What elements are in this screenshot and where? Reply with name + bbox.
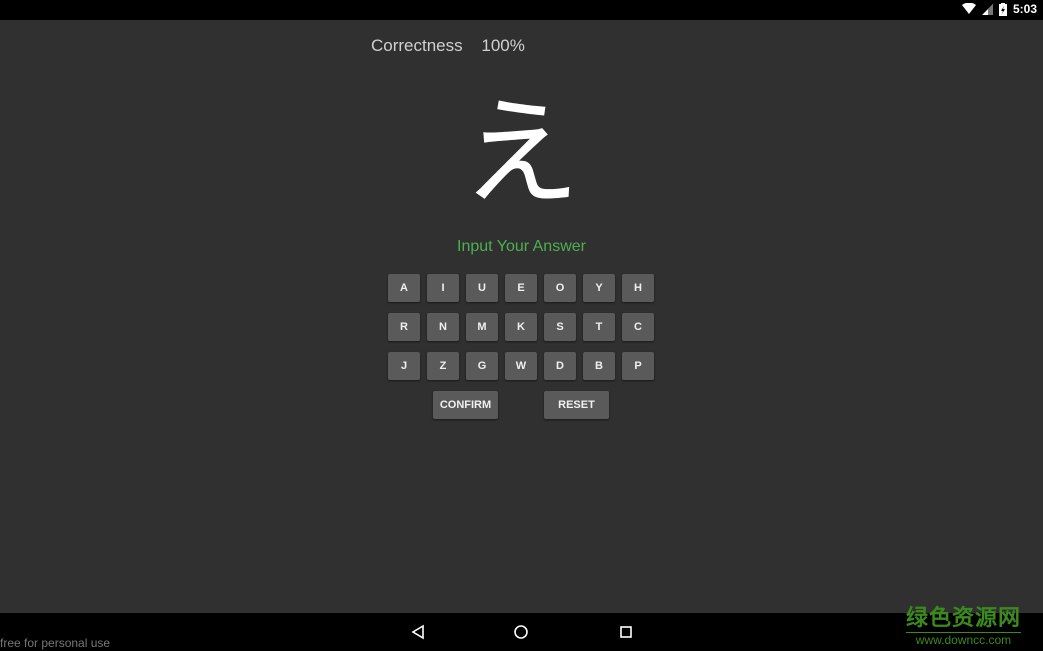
key-s[interactable]: S	[544, 313, 576, 341]
key-c[interactable]: C	[622, 313, 654, 341]
correctness-score: Correctness 100%	[371, 36, 539, 56]
reset-button[interactable]: RESET	[544, 391, 609, 419]
signal-icon	[981, 3, 993, 15]
key-h[interactable]: H	[622, 274, 654, 302]
back-icon[interactable]	[410, 624, 426, 640]
key-p[interactable]: P	[622, 352, 654, 380]
correctness-value: 100%	[481, 36, 525, 55]
home-icon[interactable]	[513, 624, 529, 640]
free-text: free for personal use	[0, 636, 111, 650]
key-g[interactable]: G	[466, 352, 498, 380]
key-i[interactable]: I	[427, 274, 459, 302]
key-b[interactable]: B	[583, 352, 615, 380]
key-k[interactable]: K	[505, 313, 537, 341]
confirm-button[interactable]: CONFIRM	[433, 391, 498, 419]
key-m[interactable]: M	[466, 313, 498, 341]
key-n[interactable]: N	[427, 313, 459, 341]
watermark-en: www.downcc.com	[905, 632, 1021, 647]
key-a[interactable]: A	[388, 274, 420, 302]
status-bar: 5:03	[0, 0, 1043, 20]
key-d[interactable]: D	[544, 352, 576, 380]
watermark: 绿色资源网 www.downcc.com	[905, 600, 1021, 647]
recents-icon[interactable]	[618, 624, 634, 640]
correctness-label: Correctness	[371, 36, 463, 55]
navigation-bar: free for personal use	[0, 613, 1043, 651]
wifi-icon	[961, 3, 976, 14]
battery-charging-icon	[998, 2, 1007, 16]
key-r[interactable]: R	[388, 313, 420, 341]
key-o[interactable]: O	[544, 274, 576, 302]
clock: 5:03	[1012, 2, 1037, 16]
watermark-cn: 绿色资源网	[905, 606, 1021, 631]
answer-prompt: Input Your Answer	[457, 238, 586, 255]
key-w[interactable]: W	[505, 352, 537, 380]
key-z[interactable]: Z	[427, 352, 459, 380]
question-character: え	[461, 84, 580, 222]
key-e[interactable]: E	[505, 274, 537, 302]
key-y[interactable]: Y	[583, 274, 615, 302]
key-j[interactable]: J	[388, 352, 420, 380]
key-t[interactable]: T	[583, 313, 615, 341]
key-u[interactable]: U	[466, 274, 498, 302]
